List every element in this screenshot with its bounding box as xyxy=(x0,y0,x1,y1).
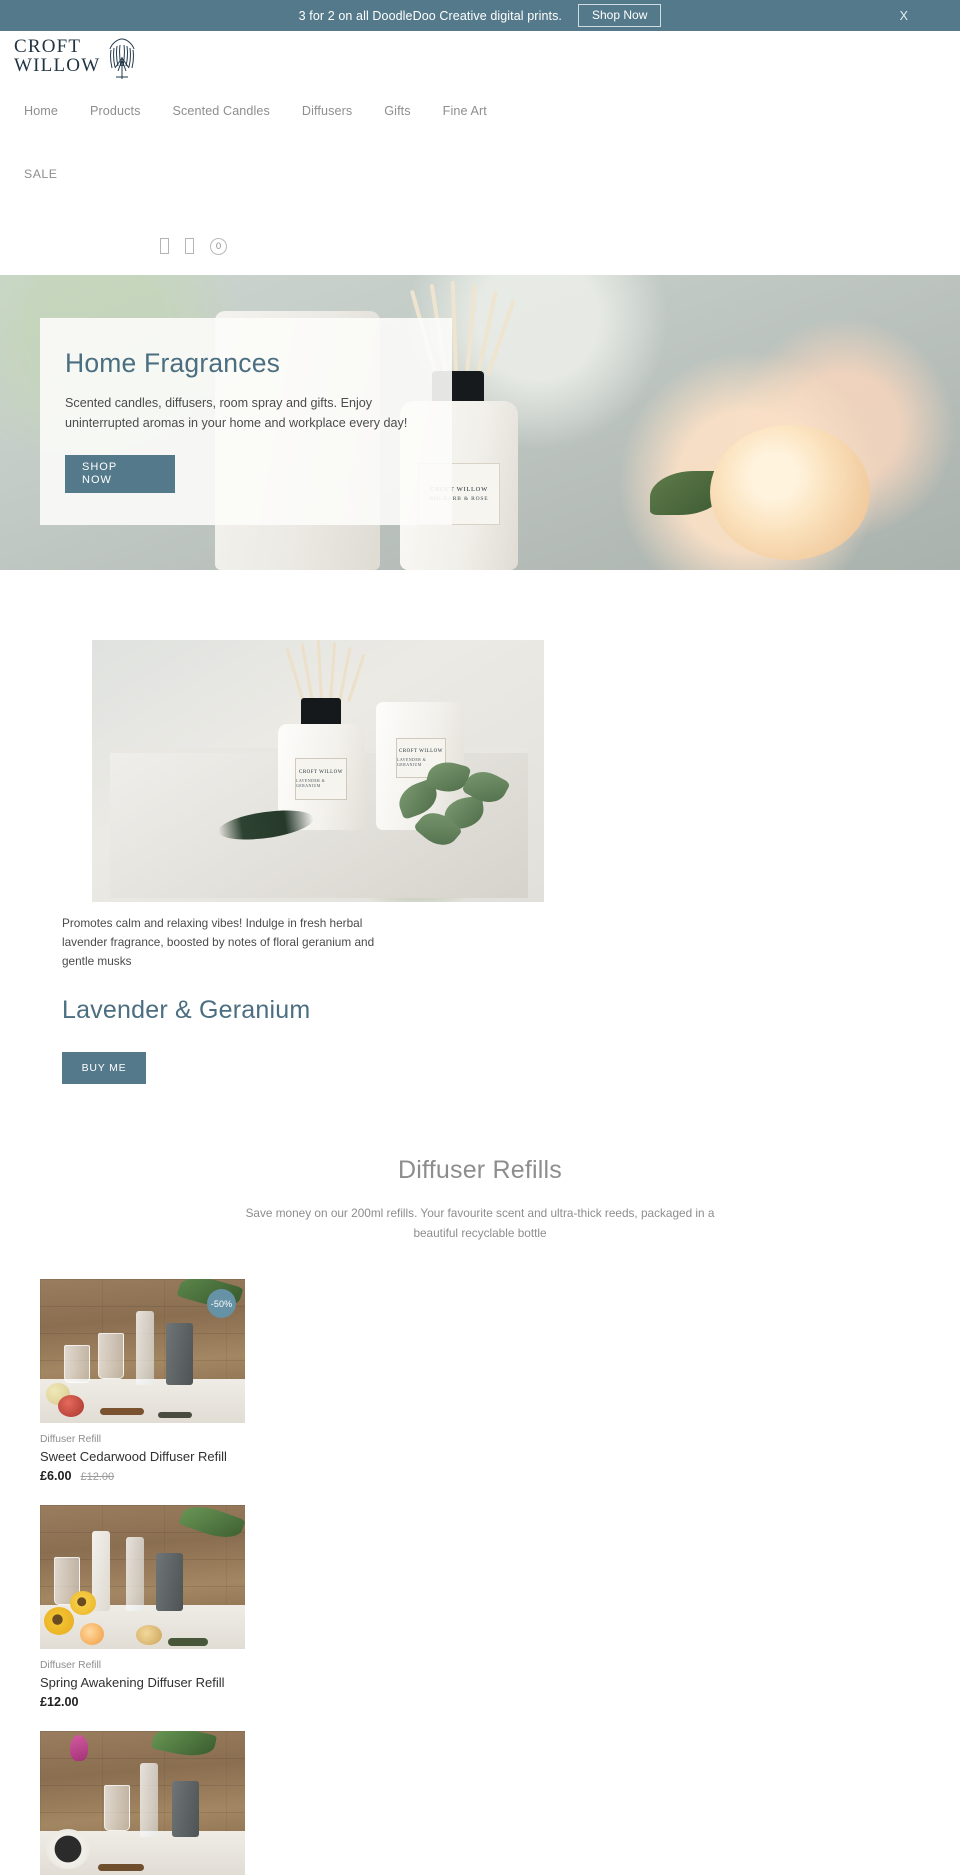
diffuser-bottle xyxy=(136,1311,154,1385)
brand-wordmark: CROFT WILLOW xyxy=(14,37,100,75)
featured-product-image[interactable]: CROFT WILLOW LAVENDER & GERANIUM CROFT W… xyxy=(92,640,544,902)
hero-banner: CROFT WILLOW RHUBARB & ROSE Home Fragran… xyxy=(0,275,960,570)
coffee-cup xyxy=(46,1829,90,1869)
discount-badge: -50% xyxy=(207,1289,236,1318)
hero-subtitle: Scented candles, diffusers, room spray a… xyxy=(65,396,408,430)
product-name[interactable]: Sweet Cedarwood Diffuser Refill xyxy=(40,1449,245,1464)
brand-line-2: WILLOW xyxy=(14,55,101,76)
announcement-text: 3 for 2 on all DoodleDoo Creative digita… xyxy=(298,8,562,23)
featured-product-description: Promotes calm and relaxing vibes! Indulg… xyxy=(62,916,375,968)
primary-nav: Home Products Scented Candles Diffusers … xyxy=(0,91,960,131)
dark-candle xyxy=(172,1781,199,1837)
dark-candle xyxy=(156,1553,183,1611)
willow-tree-icon xyxy=(102,35,142,86)
glass-tumbler xyxy=(64,1345,90,1383)
featured-label-brand: CROFT WILLOW xyxy=(298,770,343,775)
product-image[interactable]: -50% xyxy=(40,1279,245,1423)
featured-product-section: CROFT WILLOW LAVENDER & GERANIUM CROFT W… xyxy=(0,570,960,1084)
announcement-bar: 3 for 2 on all DoodleDoo Creative digita… xyxy=(0,0,960,31)
sunflower xyxy=(44,1607,74,1635)
product-category: Diffuser Refill xyxy=(40,1660,102,1671)
featured-buy-me-button[interactable]: BUY ME xyxy=(62,1052,146,1084)
nav-item-home[interactable]: Home xyxy=(8,104,74,118)
refills-section-title: Diffuser Refills xyxy=(398,1156,562,1184)
nav-item-sale[interactable]: SALE xyxy=(8,167,73,181)
announcement-shop-now-button[interactable]: Shop Now xyxy=(578,3,662,28)
hero-cta-line-1: SHOP xyxy=(82,461,118,473)
product-price: £12.00 xyxy=(40,1695,79,1709)
product-price-row: £6.00 £12.00 xyxy=(40,1469,245,1483)
diffuser-bottle xyxy=(140,1763,158,1837)
nav-item-scented-candles[interactable]: Scented Candles xyxy=(157,104,286,118)
featured-eucalyptus xyxy=(394,757,516,854)
brand-logo[interactable]: CROFT WILLOW xyxy=(14,37,142,86)
hero-title: Home Fragrances xyxy=(65,348,281,378)
dark-candle xyxy=(166,1323,193,1385)
product-image[interactable] xyxy=(40,1505,245,1649)
hero-text-card: Home Fragrances Scented candles, diffuse… xyxy=(40,318,452,525)
sunflower xyxy=(70,1591,96,1615)
product-card[interactable] xyxy=(40,1731,245,1875)
account-icon[interactable] xyxy=(185,238,194,254)
site-header: CROFT WILLOW xyxy=(0,31,960,91)
utility-bar: 0 xyxy=(0,217,960,275)
cinnamon-stick xyxy=(100,1408,144,1415)
nav-item-products[interactable]: Products xyxy=(74,104,157,118)
diffuser-bottle xyxy=(126,1537,144,1611)
featured-label-scent: LAVENDER & GERANIUM xyxy=(296,778,326,788)
glass-flute xyxy=(104,1785,130,1831)
product-name[interactable]: Spring Awakening Diffuser Refill xyxy=(40,1675,245,1690)
herb-sprig xyxy=(168,1638,208,1646)
featured-jar-label-brand: CROFT WILLOW xyxy=(398,749,443,754)
hero-rose xyxy=(710,425,870,560)
pink-flower xyxy=(70,1735,88,1761)
product-price-row: £12.00 xyxy=(40,1695,245,1709)
secondary-nav: SALE xyxy=(0,131,960,217)
product-card[interactable]: -50% Diffuser Refill Sweet Cedarwood Dif… xyxy=(40,1279,245,1483)
diffuser-refills-section: Diffuser Refills Save money on our 200ml… xyxy=(0,1156,960,1875)
product-compare-at-price: £12.00 xyxy=(80,1471,115,1483)
product-image[interactable] xyxy=(40,1731,245,1875)
featured-reed-sticks xyxy=(285,640,366,703)
search-icon[interactable] xyxy=(160,238,169,254)
herb-sprig xyxy=(158,1412,192,1418)
nav-item-fine-art[interactable]: Fine Art xyxy=(427,104,503,118)
orange-slice xyxy=(80,1623,104,1645)
product-price: £6.00 xyxy=(40,1469,72,1483)
apple-fruit xyxy=(58,1395,84,1417)
featured-product-title: Lavender & Geranium xyxy=(62,996,311,1024)
product-category: Diffuser Refill xyxy=(40,1434,102,1445)
product-card-list: -50% Diffuser Refill Sweet Cedarwood Dif… xyxy=(0,1279,960,1875)
passion-fruit xyxy=(136,1625,162,1645)
featured-bottle-label: CROFT WILLOW LAVENDER & GERANIUM xyxy=(295,758,347,800)
hero-cta-line-2: NOW xyxy=(82,474,112,486)
glass-flute xyxy=(98,1333,124,1379)
close-icon[interactable]: X xyxy=(900,9,908,22)
refills-section-subtitle: Save money on our 200ml refills. Your fa… xyxy=(245,1206,715,1240)
cinnamon-stick xyxy=(98,1864,144,1871)
hero-shop-now-button[interactable]: SHOP NOW xyxy=(65,455,175,493)
cart-count-badge[interactable]: 0 xyxy=(210,237,227,255)
brand-line-1: CROFT xyxy=(14,36,82,57)
nav-item-diffusers[interactable]: Diffusers xyxy=(286,104,368,118)
product-card[interactable]: Diffuser Refill Spring Awakening Diffuse… xyxy=(40,1505,245,1709)
nav-item-gifts[interactable]: Gifts xyxy=(368,104,426,118)
page-root: 3 for 2 on all DoodleDoo Creative digita… xyxy=(0,0,960,1875)
